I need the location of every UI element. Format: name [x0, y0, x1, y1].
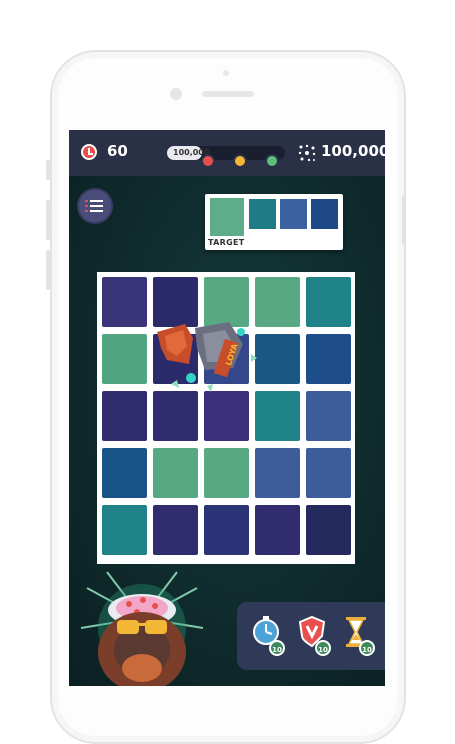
- phone-camera: [170, 88, 182, 100]
- menu-icon-line: [90, 210, 103, 212]
- target-panel: TARGET: [205, 194, 343, 250]
- board-tile[interactable]: [306, 391, 351, 441]
- powerup-count: 10: [359, 640, 375, 656]
- score-progress-fill: 100,000: [167, 146, 209, 160]
- top-bar: 60 100,000 100,000: [69, 130, 385, 176]
- game-screen: 60 100,000 100,000 TARGET LOYA 10 10 10: [69, 130, 385, 686]
- board-tile[interactable]: [255, 505, 300, 555]
- phone-volume-down: [46, 250, 50, 290]
- board-tile[interactable]: [102, 448, 147, 498]
- orangutan-character: [80, 571, 204, 686]
- phone-power-button: [402, 195, 406, 245]
- game-board: [97, 272, 355, 564]
- powerup-hourglass[interactable]: 10: [341, 614, 375, 656]
- board-tile[interactable]: [204, 505, 249, 555]
- board-tile[interactable]: [102, 334, 147, 384]
- menu-button[interactable]: [79, 190, 111, 222]
- board-tile[interactable]: [306, 277, 351, 327]
- time-remaining: 60: [107, 142, 128, 160]
- powerups-tray: 10 10 10: [237, 602, 385, 670]
- target-sequence-tile: [280, 199, 307, 229]
- board-tile[interactable]: [153, 505, 198, 555]
- phone-mute-switch: [46, 160, 50, 180]
- powerup-count: 10: [315, 640, 331, 656]
- target-sequence-tile: [249, 199, 276, 229]
- phone-volume-up: [46, 200, 50, 240]
- board-tile[interactable]: [153, 448, 198, 498]
- target-label: TARGET: [208, 238, 245, 247]
- powerup-time-freeze[interactable]: 10: [251, 614, 285, 656]
- star-marker-green: [265, 154, 279, 168]
- menu-bullet: [85, 200, 88, 202]
- board-tile[interactable]: [306, 334, 351, 384]
- board-tile[interactable]: [102, 277, 147, 327]
- board-tile[interactable]: [204, 448, 249, 498]
- target-sequence-tile: [311, 199, 338, 229]
- board-tile[interactable]: [306, 505, 351, 555]
- powerup-shield[interactable]: 10: [297, 614, 331, 656]
- target-color-tile: [210, 198, 244, 236]
- board-tile[interactable]: [102, 391, 147, 441]
- phone-sensor: [223, 70, 229, 76]
- star-marker-yellow: [233, 154, 247, 168]
- score-value: 100,000: [321, 142, 385, 160]
- timer-icon: [81, 144, 97, 160]
- phone-speaker: [202, 91, 254, 97]
- board-tile[interactable]: [306, 448, 351, 498]
- sparkle-icon: [298, 144, 316, 162]
- powerup-count: 10: [269, 640, 285, 656]
- menu-bullet: [85, 210, 88, 212]
- star-marker-red: [201, 154, 215, 168]
- menu-icon-line: [90, 200, 103, 202]
- board-tile[interactable]: [102, 505, 147, 555]
- tile-explosion-effect: LOYA: [157, 322, 257, 392]
- menu-icon-line: [90, 205, 103, 207]
- menu-bullet: [85, 205, 88, 207]
- board-tile[interactable]: [255, 448, 300, 498]
